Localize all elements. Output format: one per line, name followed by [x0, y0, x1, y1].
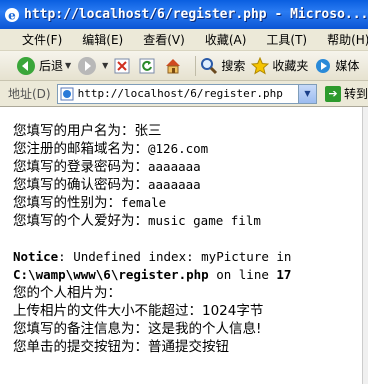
go-button[interactable]: ➔ 转到 — [324, 85, 368, 102]
back-arrow-icon — [17, 56, 35, 75]
menu-edit[interactable]: 编辑(E) — [82, 31, 123, 48]
php-notice-location: C:\wamp\www\6\register.php on line 17 — [13, 266, 362, 284]
svg-text:e: e — [8, 8, 16, 22]
home-icon — [166, 58, 181, 73]
line-value: 张三 — [134, 123, 162, 139]
output-confirm-password: 您填写的确认密码为：aaaaaaa — [13, 176, 362, 194]
php-notice: Notice: Undefined index: myPicture in — [13, 248, 362, 266]
refresh-icon — [139, 58, 155, 73]
stop-button[interactable] — [114, 58, 133, 74]
back-dropdown-icon[interactable]: ▼ — [65, 61, 71, 70]
output-email-domain: 您注册的邮箱域名为：@126.com — [13, 140, 362, 158]
output-remarks: 您填写的备注信息为：这是我的个人信息! — [13, 321, 262, 337]
notice-on-line: on line — [208, 267, 277, 282]
vertical-scrollbar[interactable] — [362, 107, 368, 384]
favorites-label: 收藏夹 — [272, 59, 309, 73]
line-label: 您填写的登录密码为： — [13, 159, 148, 175]
line-label: 您填写的用户名为： — [13, 123, 135, 139]
media-icon — [316, 58, 331, 73]
refresh-button[interactable] — [139, 58, 158, 74]
ie-icon: e — [4, 7, 20, 23]
forward-arrow-icon — [78, 56, 97, 75]
address-input[interactable] — [77, 87, 308, 100]
toolbar-separator — [195, 55, 197, 76]
page-content: 您填写的用户名为：张三 您注册的邮箱域名为：@126.com 您填写的登录密码为… — [0, 107, 362, 384]
back-label: 后退 — [39, 59, 64, 73]
menu-help[interactable]: 帮助(H) — [327, 31, 368, 48]
window-title: http://localhost/6/register.php - Micros… — [24, 7, 368, 22]
toolbar: 后退 ▼ ▼ 搜索 收藏夹 媒体 — [0, 51, 368, 81]
forward-dropdown-icon[interactable]: ▼ — [102, 61, 108, 70]
media-button[interactable]: 媒体 — [314, 57, 359, 75]
line-value: @126.com — [148, 141, 209, 156]
line-label: 您填写的个人爱好为： — [13, 213, 148, 229]
output-gender: 您填写的性别为：female — [13, 194, 362, 212]
output-picture: 您的个人相片为： — [13, 285, 121, 301]
search-button[interactable]: 搜索 — [200, 57, 245, 75]
menu-file[interactable]: 文件(F) — [22, 31, 62, 48]
notice-file: C:\wamp\www\6\register.php — [13, 267, 209, 282]
address-field[interactable]: ▼ — [56, 83, 317, 104]
address-bar: 地址(D) ▼ ➔ 转到 — [0, 81, 368, 107]
title-bar: e http://localhost/6/register.php - Micr… — [0, 0, 368, 29]
back-button[interactable]: 后退 ▼ — [16, 56, 71, 76]
address-dropdown-icon[interactable]: ▼ — [297, 84, 316, 103]
notice-prefix: Notice — [13, 249, 59, 264]
forward-button[interactable]: ▼ — [77, 56, 108, 76]
notice-message: : Undefined index: myPicture in — [58, 249, 292, 264]
output-upload-limit: 上传相片的文件大小不能超过：1024字节 — [13, 303, 264, 319]
line-label: 您注册的邮箱域名为： — [13, 141, 148, 157]
output-username: 您填写的用户名为：张三 — [13, 122, 362, 140]
go-label: 转到 — [343, 87, 368, 101]
search-label: 搜索 — [221, 59, 246, 73]
menu-tools[interactable]: 工具(T) — [266, 31, 307, 48]
output-login-password: 您填写的登录密码为：aaaaaaa — [13, 158, 362, 176]
line-value: female — [121, 195, 167, 210]
menu-favorites[interactable]: 收藏(A) — [205, 31, 247, 48]
address-label: 地址(D) — [8, 87, 51, 101]
line-label: 您填写的确认密码为： — [13, 177, 148, 193]
media-label: 媒体 — [335, 59, 360, 73]
line-value: music game film — [148, 213, 261, 228]
notice-line-number: 17 — [276, 267, 292, 282]
output-submit-button: 您单击的提交按钮为：普通提交按钮 — [13, 339, 229, 355]
output-hobbies: 您填写的个人爱好为：music game film — [13, 212, 362, 230]
menu-view[interactable]: 查看(V) — [143, 31, 185, 48]
favorites-button[interactable]: 收藏夹 — [251, 56, 309, 75]
page-icon — [60, 87, 74, 100]
go-arrow-icon: ➔ — [324, 85, 341, 102]
star-icon — [251, 56, 270, 75]
search-icon — [201, 57, 218, 74]
stop-icon — [114, 58, 130, 73]
line-value: aaaaaaa — [148, 177, 201, 192]
home-button[interactable] — [164, 57, 185, 75]
menu-bar: 文件(F) 编辑(E) 查看(V) 收藏(A) 工具(T) 帮助(H) — [0, 29, 368, 51]
line-value: aaaaaaa — [148, 159, 201, 174]
line-label: 您填写的性别为： — [13, 195, 121, 211]
